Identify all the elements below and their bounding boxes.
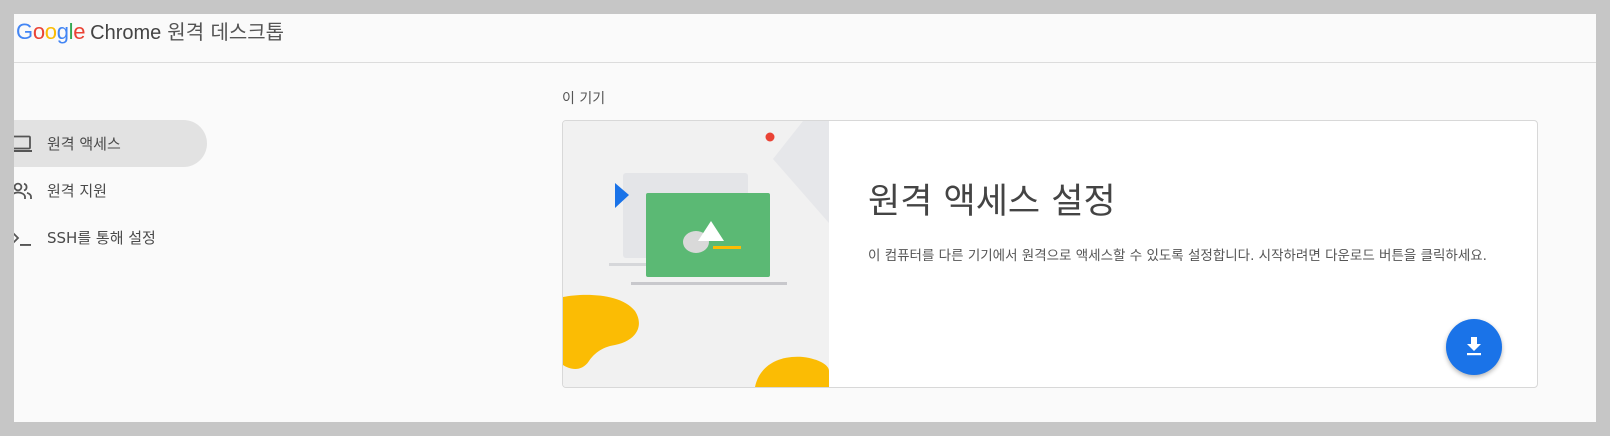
- brand-letter: o: [32, 19, 45, 44]
- terminal-icon: [14, 227, 34, 249]
- brand-letter: G: [16, 19, 33, 44]
- brand-letter: o: [44, 19, 57, 44]
- sidebar-item-label: 원격 지원: [47, 182, 107, 200]
- google-wordmark: Google: [16, 19, 85, 45]
- download-button[interactable]: [1446, 319, 1502, 375]
- app-window: Google Chrome 원격 데스크톱 원격 액세스 원격 지원 SSH를 …: [14, 14, 1596, 422]
- setup-illustration: [563, 121, 829, 387]
- app-logo[interactable]: Google Chrome 원격 데스크톱: [16, 16, 284, 44]
- laptop-icon: [14, 133, 34, 155]
- download-icon: [1465, 336, 1483, 359]
- sidebar-item-ssh-setup[interactable]: SSH를 통해 설정: [14, 214, 207, 261]
- sidebar: 원격 액세스 원격 지원 SSH를 통해 설정: [14, 120, 224, 261]
- card-description: 이 컴퓨터를 다른 기기에서 원격으로 액세스할 수 있도록 설정합니다. 시작…: [868, 248, 1487, 264]
- product-name: Chrome: [90, 22, 162, 44]
- brand-letter: g: [56, 19, 69, 44]
- top-bar: Google Chrome 원격 데스크톱: [14, 14, 1596, 63]
- sidebar-item-label: 원격 액세스: [47, 135, 121, 153]
- people-icon: [14, 180, 34, 202]
- sidebar-item-remote-access[interactable]: 원격 액세스: [14, 120, 207, 167]
- app-name: 원격 데스크톱: [167, 20, 285, 44]
- card-body: 원격 액세스 설정 이 컴퓨터를 다른 기기에서 원격으로 액세스할 수 있도록…: [868, 173, 1497, 266]
- sidebar-item-remote-support[interactable]: 원격 지원: [14, 167, 207, 214]
- sidebar-item-label: SSH를 통해 설정: [47, 229, 156, 247]
- brand-letter: e: [73, 19, 86, 44]
- remote-access-setup-card: 원격 액세스 설정 이 컴퓨터를 다른 기기에서 원격으로 액세스할 수 있도록…: [562, 120, 1538, 388]
- section-heading: 이 기기: [562, 91, 606, 107]
- card-title: 원격 액세스 설정: [868, 182, 1116, 222]
